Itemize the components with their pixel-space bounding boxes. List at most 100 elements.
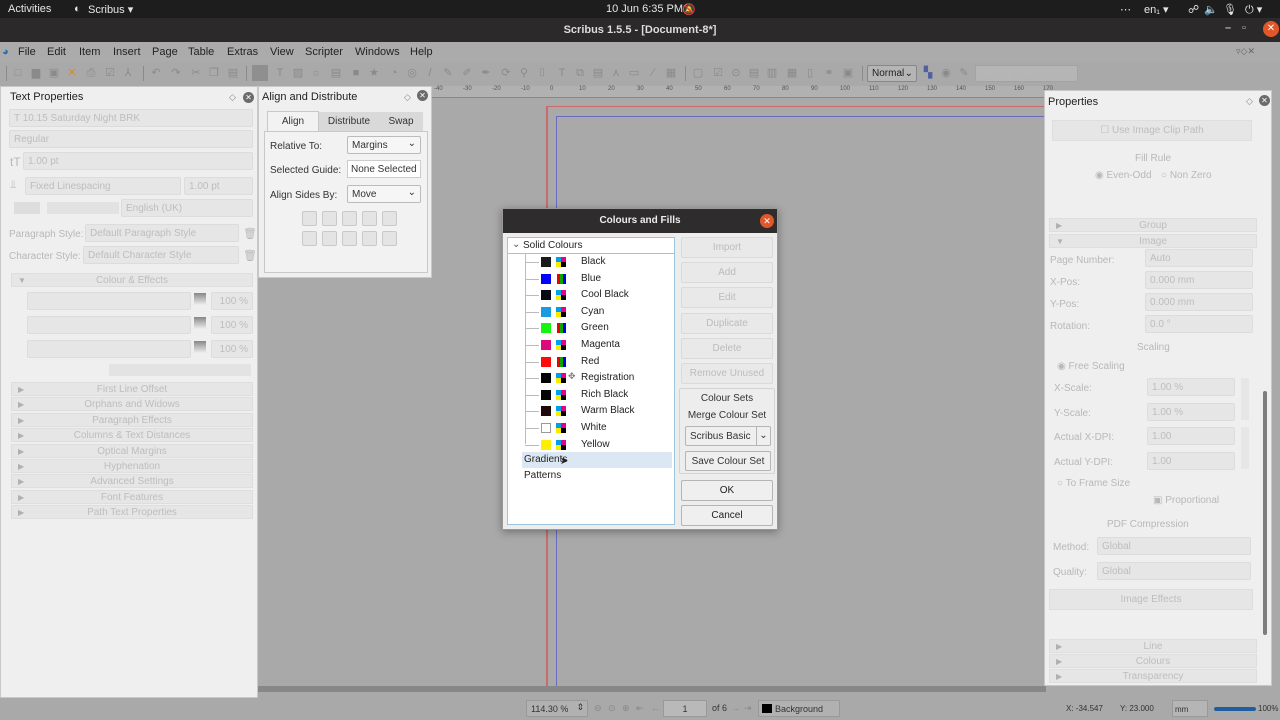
colour-set-select[interactable]: Scribus Basic ⌄: [685, 426, 771, 446]
align-bottom-outside-icon[interactable]: [362, 231, 377, 246]
method-select[interactable]: Global: [1097, 537, 1251, 555]
pdf-list-icon[interactable]: ▦: [786, 67, 798, 79]
section-line[interactable]: ▶ Line: [1049, 639, 1257, 653]
align-sides-select[interactable]: Move ⌄: [347, 185, 421, 203]
center-vertical-icon[interactable]: [342, 231, 357, 246]
colour-row-registration[interactable]: ✥ Registration: [508, 370, 674, 386]
zoom-out-icon[interactable]: ⊖: [594, 703, 602, 714]
cut-icon[interactable]: ✂: [190, 67, 202, 79]
tree-node-solid-colours[interactable]: ⌄ Solid Colours: [508, 238, 674, 254]
activities-button[interactable]: Activities: [8, 3, 51, 15]
unlink-frames-icon[interactable]: ▤: [592, 67, 604, 79]
shape-icon[interactable]: ■: [350, 67, 362, 79]
menu-insert[interactable]: Insert: [113, 46, 141, 58]
align-bottom-icon[interactable]: [362, 211, 377, 226]
cancel-button[interactable]: Cancel: [681, 505, 773, 526]
tab-distribute[interactable]: Distribute: [319, 112, 379, 131]
to-frame-size-radio[interactable]: ○ To Frame Size: [1057, 478, 1130, 489]
menu-view[interactable]: View: [270, 46, 294, 58]
next-page-icon[interactable]: →: [731, 703, 740, 713]
align-top-outside-icon[interactable]: [322, 231, 337, 246]
colour-row-cyan[interactable]: Cyan: [508, 304, 674, 320]
tree-node-patterns[interactable]: Patterns: [522, 468, 672, 484]
text-alignment-buttons[interactable]: [47, 202, 119, 214]
zoom-in-icon[interactable]: ⊕: [622, 703, 630, 714]
linespacing-spinbox[interactable]: 1.00 pt: [184, 177, 253, 195]
trash-icon[interactable]: 🗑: [243, 249, 257, 262]
restore-button[interactable]: ▫: [1242, 22, 1246, 34]
float-panel-icon[interactable]: ◇: [229, 92, 236, 103]
section-optical-margins[interactable]: ▶ Optical Margins: [11, 443, 253, 458]
fill-rule-even-odd-radio[interactable]: ◉ Even-Odd: [1095, 170, 1152, 181]
stroke-colour-select[interactable]: [27, 316, 191, 334]
pdf-other-icon[interactable]: ▣: [842, 67, 854, 79]
copy-properties-icon[interactable]: ▭: [628, 67, 640, 79]
ypos-spinbox[interactable]: 0.000 mm: [1145, 293, 1253, 311]
keyboard-language[interactable]: en₁ ▾: [1144, 3, 1169, 16]
paragraph-style-select[interactable]: Default Paragraph Style: [85, 224, 239, 242]
page-number-spinbox[interactable]: 1: [663, 700, 707, 717]
calligraphic-icon[interactable]: ✒: [480, 67, 492, 79]
layer-select[interactable]: Background: [758, 700, 840, 717]
fill-colour-select[interactable]: [27, 292, 191, 310]
text-frame-icon[interactable]: T: [274, 67, 286, 79]
paste-icon[interactable]: ▤: [227, 67, 239, 79]
scale-link-toggle[interactable]: [1241, 378, 1249, 420]
vision-select[interactable]: Normal Vision: [975, 65, 1078, 82]
section-advanced-settings[interactable]: ▶ Advanced Settings: [11, 474, 253, 489]
colour-row-white[interactable]: White: [508, 420, 674, 436]
save-icon[interactable]: ▣: [48, 67, 60, 79]
menu-file[interactable]: File: [18, 46, 36, 58]
dpi-link-toggle[interactable]: [1241, 427, 1249, 469]
pdf-radio-icon[interactable]: ⊙: [730, 67, 742, 79]
close-panel-icon[interactable]: ✕: [1259, 95, 1270, 106]
add-button[interactable]: Add: [681, 262, 773, 283]
open-document-icon[interactable]: ▆: [30, 67, 42, 79]
close-panel-icon[interactable]: ✕: [243, 92, 254, 103]
section-orphans-and-widows[interactable]: ▶ Orphans and Widows: [11, 397, 253, 412]
colour-tree[interactable]: ⌄ Solid Colours Black Blue Cool Black Cyan G…: [507, 237, 675, 525]
menu-extras[interactable]: Extras: [227, 46, 258, 58]
close-document-icon[interactable]: ✕: [66, 67, 78, 79]
section-colours[interactable]: ▶ Colours: [1049, 654, 1257, 668]
section-paragraph-effects[interactable]: ▶ Paragraph Effects: [11, 412, 253, 427]
volume-icon[interactable]: 🔈: [1204, 3, 1218, 16]
xpos-spinbox[interactable]: 0.000 mm: [1145, 271, 1253, 289]
colour-row-blue[interactable]: Blue: [508, 271, 674, 287]
menu-edit[interactable]: Edit: [47, 46, 66, 58]
text-direction-buttons[interactable]: [14, 202, 40, 214]
section-columns-text-distances[interactable]: ▶ Columns & Text Distances: [11, 428, 253, 443]
font-size-spinbox[interactable]: 1.00 pt: [23, 152, 253, 170]
undo-icon[interactable]: ↶: [150, 67, 162, 79]
background-colour-select[interactable]: [27, 340, 191, 358]
redo-icon[interactable]: ↷: [170, 67, 182, 79]
colour-row-rich-black[interactable]: Rich Black: [508, 387, 674, 403]
center-horizontal-icon[interactable]: [342, 211, 357, 226]
edit-button[interactable]: Edit: [681, 287, 773, 308]
section-font-features[interactable]: ▶ Font Features: [11, 489, 253, 504]
polygon-icon[interactable]: ★: [368, 67, 380, 79]
pdf-annotation-icon[interactable]: ▯: [804, 67, 816, 79]
section-first-line-offset[interactable]: ▶ First Line Offset: [11, 382, 253, 396]
remove-unused-button[interactable]: Remove Unused: [681, 363, 773, 384]
yscale-spinbox[interactable]: 1.00 %: [1147, 403, 1235, 421]
rotation-spinbox[interactable]: 0.0 °: [1145, 315, 1253, 333]
clock[interactable]: 10 Jun 6:35 PM: [606, 3, 683, 15]
network-icon[interactable]: ☍: [1188, 3, 1199, 16]
microphone-icon[interactable]: 🎙: [1223, 3, 1237, 16]
tray-more[interactable]: ⋯: [1120, 3, 1131, 16]
measure-icon[interactable]: ⋏: [610, 67, 622, 79]
fill-opacity[interactable]: 100 %: [211, 292, 253, 310]
edit-text-icon[interactable]: T: [556, 67, 568, 79]
section-image[interactable]: ▼ Image: [1049, 234, 1257, 248]
pdf-checkbox-icon[interactable]: ☑: [712, 67, 724, 79]
proportional-checkbox[interactable]: ▣ Proportional: [1153, 495, 1219, 506]
table-icon[interactable]: ▤: [330, 67, 342, 79]
align-left-icon[interactable]: [302, 211, 317, 226]
tab-align[interactable]: Align: [267, 111, 319, 131]
free-scaling-radio[interactable]: ◉ Free Scaling: [1057, 361, 1125, 372]
fill-rule-non-zero-radio[interactable]: ○ Non Zero: [1161, 170, 1212, 181]
menu-table[interactable]: Table: [188, 46, 214, 58]
section-path-text-properties[interactable]: ▶ Path Text Properties: [11, 505, 253, 520]
zoom-icon[interactable]: ⚲: [518, 67, 530, 79]
